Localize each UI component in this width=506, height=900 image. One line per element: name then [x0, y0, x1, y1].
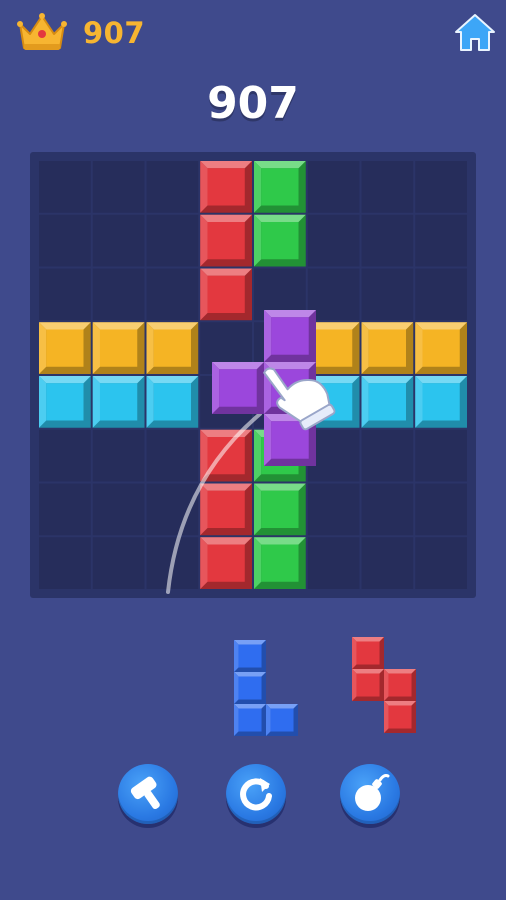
grid-cell[interactable]	[415, 214, 467, 267]
grid-cell[interactable]	[361, 161, 414, 213]
piece-block	[352, 637, 384, 669]
crown-icon	[14, 10, 70, 54]
grid-cell[interactable]	[39, 214, 91, 267]
grid-cell[interactable]	[307, 161, 360, 213]
piece-block	[234, 704, 266, 736]
hammer-icon	[130, 776, 160, 810]
grid-cell[interactable]	[92, 537, 145, 589]
placed-block	[92, 376, 145, 428]
placed-block	[146, 376, 199, 428]
refresh-button[interactable]	[226, 764, 286, 824]
grid-cell[interactable]	[146, 268, 199, 321]
placed-block	[200, 537, 252, 589]
grid-cell[interactable]	[92, 161, 145, 213]
placed-block	[254, 483, 306, 536]
placed-block	[415, 322, 467, 374]
grid-cell[interactable]	[146, 214, 199, 267]
placed-block	[200, 214, 252, 267]
bomb-icon	[355, 774, 390, 811]
grid-cell[interactable]	[146, 429, 199, 482]
placed-block	[92, 322, 145, 374]
grid-cell[interactable]	[39, 161, 91, 213]
grid-cell[interactable]	[307, 483, 360, 536]
grid-cell[interactable]	[307, 537, 360, 589]
placed-block	[254, 214, 306, 267]
grid-cell[interactable]	[92, 429, 145, 482]
placed-block	[39, 376, 91, 428]
grid-cell[interactable]	[361, 483, 414, 536]
pieces-tray	[0, 630, 506, 740]
placed-block	[146, 322, 199, 374]
grid-cell[interactable]	[361, 429, 414, 482]
placed-block	[200, 483, 252, 536]
placed-block	[254, 161, 306, 213]
grid-cell[interactable]	[415, 429, 467, 482]
game-board[interactable]	[30, 152, 476, 598]
home-icon	[455, 14, 495, 51]
grid-cell[interactable]	[415, 268, 467, 321]
grid-cell[interactable]	[415, 483, 467, 536]
piece-block	[266, 704, 298, 736]
dragging-block	[264, 310, 316, 362]
top-bar: 907	[0, 0, 506, 70]
grid-cell[interactable]	[39, 537, 91, 589]
grid-cell[interactable]	[361, 268, 414, 321]
grid-cell[interactable]	[146, 161, 199, 213]
best-score: 907	[83, 16, 146, 50]
grid-cell[interactable]	[92, 214, 145, 267]
grid-cell[interactable]	[361, 214, 414, 267]
hammer-button[interactable]	[118, 764, 178, 824]
placed-block	[200, 268, 252, 321]
grid-cell[interactable]	[39, 268, 91, 321]
placed-block	[39, 322, 91, 374]
placed-block	[415, 376, 467, 428]
placed-block	[361, 376, 414, 428]
grid-cell[interactable]	[39, 483, 91, 536]
blue-l-piece-shape[interactable]	[234, 640, 298, 736]
grid-cell[interactable]	[39, 429, 91, 482]
piece-block	[234, 672, 266, 704]
grid-cell[interactable]	[307, 214, 360, 267]
grid-cell[interactable]	[415, 537, 467, 589]
piece-block	[352, 669, 384, 701]
grid-cell[interactable]	[361, 537, 414, 589]
current-score: 907	[207, 78, 299, 129]
dragging-block	[212, 362, 264, 414]
placed-block	[200, 161, 252, 213]
powerup-bar	[0, 760, 506, 830]
placed-block	[361, 322, 414, 374]
board-grid[interactable]	[30, 152, 476, 598]
grid-cell[interactable]	[92, 483, 145, 536]
piece-block	[384, 669, 416, 701]
piece-block	[384, 701, 416, 733]
grid-cell[interactable]	[92, 268, 145, 321]
red-s-piece[interactable]	[352, 637, 416, 733]
blue-l-piece[interactable]	[234, 640, 298, 736]
red-s-piece-shape[interactable]	[352, 637, 416, 733]
refresh-icon	[240, 778, 272, 811]
bomb-button[interactable]	[340, 764, 400, 824]
home-button[interactable]	[452, 10, 498, 54]
grid-cell[interactable]	[415, 161, 467, 213]
piece-block	[234, 640, 266, 672]
placed-block	[254, 537, 306, 589]
